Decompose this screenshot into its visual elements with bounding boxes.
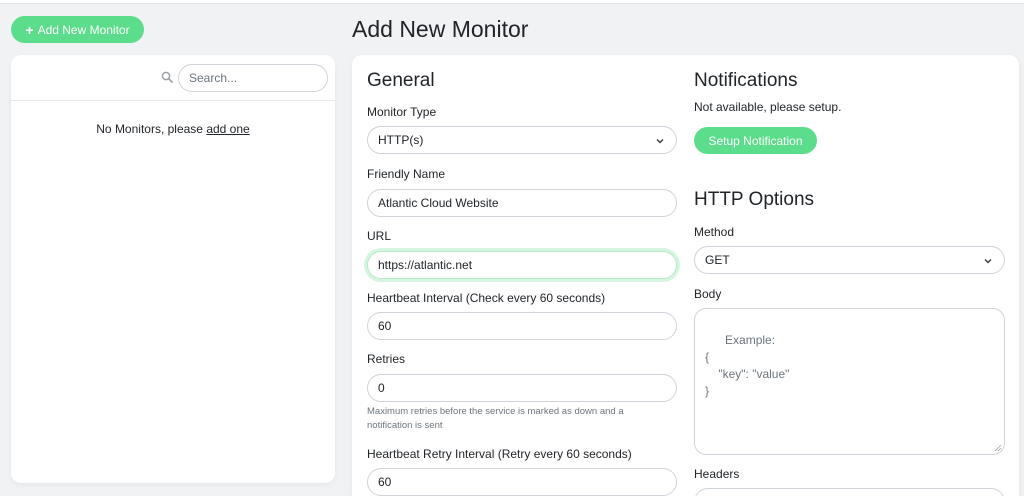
url-label: URL: [367, 229, 392, 243]
add-new-monitor-button[interactable]: + Add New Monitor: [11, 16, 144, 43]
http-options-title: HTTP Options: [694, 189, 815, 210]
empty-monitors-text: No Monitors, please: [96, 122, 207, 136]
heartbeat-interval-input[interactable]: 60: [367, 312, 677, 340]
empty-monitors-message: No Monitors, please add one: [11, 122, 335, 136]
retry-interval-input[interactable]: 60: [367, 468, 677, 496]
retries-help-text: Maximum retries before the service is ma…: [367, 406, 624, 431]
notifications-title: Notifications: [694, 70, 798, 91]
friendly-name-label: Friendly Name: [367, 167, 446, 181]
method-label: Method: [694, 225, 735, 239]
chevron-down-icon: [984, 259, 992, 264]
heartbeat-interval-label: Heartbeat Interval (Check every 60 secon…: [367, 291, 606, 305]
method-value: GET: [705, 253, 730, 267]
method-select[interactable]: GET: [694, 246, 1005, 274]
retries-input[interactable]: 0: [367, 374, 677, 402]
setup-notification-button[interactable]: Setup Notification: [694, 127, 817, 154]
page-title: Add New Monitor: [352, 16, 529, 42]
friendly-name-value: Atlantic Cloud Website: [378, 196, 499, 210]
resize-handle-icon[interactable]: [994, 444, 1002, 452]
add-new-monitor-label: Add New Monitor: [37, 22, 130, 37]
monitor-list-header: [11, 55, 335, 101]
search-icon: [161, 71, 173, 83]
url-value: https://atlantic.net: [378, 258, 473, 272]
notifications-status: Not available, please setup.: [694, 100, 842, 114]
general-title: General: [367, 70, 435, 91]
headers-textarea[interactable]: [694, 488, 1005, 496]
friendly-name-input[interactable]: Atlantic Cloud Website: [367, 189, 677, 217]
body-label: Body: [694, 287, 722, 301]
monitor-type-label: Monitor Type: [367, 105, 437, 119]
monitor-type-value: HTTP(s): [378, 133, 424, 147]
retry-interval-value: 60: [378, 475, 392, 489]
monitor-list-panel: No Monitors, please add one: [11, 55, 335, 483]
body-placeholder: Example: { "key": "value" }: [705, 333, 790, 398]
heartbeat-interval-value: 60: [378, 319, 392, 333]
top-bar-edge: [0, 0, 1024, 4]
monitor-type-select[interactable]: HTTP(s): [367, 126, 677, 154]
url-input[interactable]: https://atlantic.net: [367, 251, 677, 279]
retry-interval-label: Heartbeat Retry Interval (Retry every 60…: [367, 447, 632, 461]
body-textarea[interactable]: Example: { "key": "value" }: [694, 308, 1005, 455]
add-one-link[interactable]: add one: [206, 122, 249, 136]
retries-label: Retries: [367, 352, 406, 366]
search-input[interactable]: [178, 64, 328, 92]
retries-value: 0: [378, 381, 385, 395]
monitor-form-card: General Monitor Type HTTP(s) Friendly Na…: [352, 55, 1019, 496]
plus-icon: +: [25, 21, 34, 38]
headers-label: Headers: [694, 467, 740, 481]
chevron-down-icon: [656, 139, 664, 144]
